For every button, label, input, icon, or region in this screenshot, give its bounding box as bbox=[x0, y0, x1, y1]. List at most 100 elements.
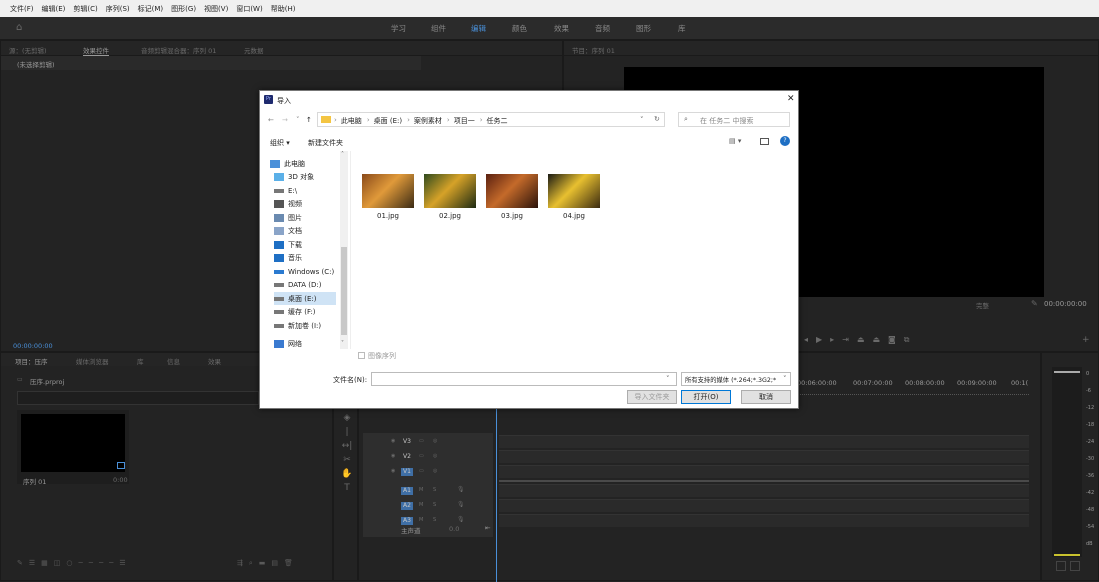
track-lane-a2[interactable] bbox=[499, 499, 1029, 512]
breadcrumb-item[interactable]: 此电脑 bbox=[341, 116, 362, 126]
microphone-icon[interactable]: 🎙 bbox=[457, 486, 465, 493]
razor-tool-icon[interactable]: ✂ bbox=[341, 453, 353, 467]
breadcrumb-item[interactable]: 案例素材 bbox=[414, 116, 442, 126]
nav-item[interactable]: 此电脑 bbox=[270, 157, 305, 170]
workspace-tab[interactable]: 图形 bbox=[636, 23, 651, 34]
track-label[interactable]: V1 bbox=[401, 468, 413, 476]
breadcrumb-item[interactable]: 桌面 (E:) bbox=[374, 116, 402, 126]
forward-icon[interactable]: → bbox=[282, 116, 288, 124]
workspace-tab[interactable]: 音频 bbox=[595, 23, 610, 34]
nav-scrollbar[interactable]: ˄ ˅ bbox=[340, 151, 348, 349]
find-icon[interactable]: ⌕ bbox=[249, 559, 259, 567]
menu-item[interactable]: 帮助(H) bbox=[271, 4, 296, 14]
step-forward-icon[interactable]: ▸ bbox=[830, 335, 842, 344]
playhead[interactable] bbox=[496, 408, 497, 582]
menu-item[interactable]: 文件(F) bbox=[10, 4, 34, 14]
breadcrumb-item[interactable]: 项目一 bbox=[454, 116, 475, 126]
menu-item[interactable]: 序列(S) bbox=[106, 4, 130, 14]
list-view-icon[interactable]: ☰ bbox=[29, 559, 41, 567]
lift-icon[interactable]: ⏏ bbox=[857, 335, 873, 344]
compare-icon[interactable]: ⧉ bbox=[904, 335, 918, 344]
sync-lock-icon[interactable]: ▭ bbox=[419, 468, 424, 474]
file-name[interactable]: 04.jpg bbox=[548, 212, 600, 220]
track-label[interactable]: A3 bbox=[401, 517, 413, 525]
nav-item[interactable]: Windows (C:) bbox=[274, 265, 334, 278]
nav-item[interactable]: E:\ bbox=[274, 184, 297, 197]
nav-item[interactable]: 音乐 bbox=[274, 252, 302, 265]
eye-icon[interactable]: ◉ bbox=[391, 468, 395, 474]
file-type-select[interactable]: 所有支持的媒体 (*.264;*.3G2;* ˅ bbox=[681, 372, 791, 386]
address-bar[interactable]: › 此电脑 › 桌面 (E:) › 案例素材 › 项目一 › 任务二 ˅ ↻ bbox=[317, 112, 665, 127]
new-item-icon[interactable]: ▤ bbox=[271, 559, 284, 567]
hand-tool-icon[interactable]: ✋ bbox=[341, 467, 353, 481]
track-lane-v1[interactable] bbox=[499, 465, 1029, 478]
tab-effect-controls[interactable]: 效果控件 bbox=[83, 45, 109, 56]
chevron-right-icon[interactable]: › bbox=[480, 116, 483, 126]
workspace-tab[interactable]: 效果 bbox=[554, 23, 569, 34]
workspace-tab[interactable]: 组件 bbox=[431, 23, 446, 34]
tab-metadata[interactable]: 元数据 bbox=[244, 45, 264, 55]
tab-media-browser[interactable]: 媒体浏览器 bbox=[76, 356, 109, 366]
help-icon[interactable]: ? bbox=[780, 136, 790, 146]
nav-item[interactable]: 视频 bbox=[274, 198, 302, 211]
workspace-tab[interactable]: 学习 bbox=[391, 23, 406, 34]
project-search-input[interactable] bbox=[17, 391, 259, 405]
solo-button[interactable] bbox=[1056, 561, 1066, 571]
chevron-right-icon[interactable]: › bbox=[407, 116, 410, 126]
scroll-down-icon[interactable]: ˅ bbox=[341, 340, 344, 347]
type-tool-icon[interactable]: T bbox=[341, 481, 353, 495]
new-folder-button[interactable]: 新建文件夹 bbox=[308, 138, 343, 148]
new-bin-icon[interactable]: ▬ bbox=[259, 559, 272, 567]
menu-item[interactable]: 编辑(E) bbox=[42, 4, 66, 14]
solo-icon[interactable]: S bbox=[433, 502, 436, 508]
track-lane-v3[interactable] bbox=[499, 435, 1029, 448]
tab-project[interactable]: 项目：压序 bbox=[15, 356, 48, 366]
cancel-button[interactable]: 取消 bbox=[741, 390, 791, 404]
zoom-slider[interactable]: ○──── bbox=[66, 559, 119, 567]
toggle-output-icon[interactable]: ◎ bbox=[433, 468, 437, 474]
breadcrumb-item[interactable]: 任务二 bbox=[487, 116, 508, 126]
chevron-right-icon[interactable]: › bbox=[447, 116, 450, 126]
file-name[interactable]: 02.jpg bbox=[424, 212, 476, 220]
tab-program[interactable]: 节目：序列 01 bbox=[572, 45, 615, 55]
menu-item[interactable]: 剪辑(C) bbox=[73, 4, 97, 14]
up-icon[interactable]: ↑ bbox=[306, 116, 312, 124]
microphone-icon[interactable]: 🎙 bbox=[457, 501, 465, 508]
sync-lock-icon[interactable]: ▭ bbox=[419, 453, 424, 459]
sync-lock-icon[interactable]: ▭ bbox=[419, 438, 424, 444]
file-thumbnail[interactable] bbox=[486, 174, 538, 208]
menu-item[interactable]: 标记(M) bbox=[138, 4, 164, 14]
import-folder-button[interactable]: 导入文件夹 bbox=[627, 390, 677, 404]
nav-scrollbar-thumb[interactable] bbox=[341, 247, 347, 335]
extract-icon[interactable]: ⏏ bbox=[872, 335, 888, 344]
chevron-down-icon[interactable]: ˅ bbox=[640, 116, 644, 124]
icon-view-icon[interactable]: ▦ bbox=[41, 559, 54, 567]
solo-icon[interactable]: S bbox=[433, 487, 436, 493]
chevron-right-icon[interactable]: › bbox=[334, 116, 337, 126]
sort-icon[interactable]: ☰ bbox=[119, 559, 131, 567]
nav-item[interactable]: 图片 bbox=[274, 211, 302, 224]
filename-input[interactable]: ˅ bbox=[371, 372, 677, 386]
recent-locations-icon[interactable]: ˅ bbox=[296, 116, 300, 124]
search-box[interactable]: ⌕ 在 任务二 中搜索 bbox=[678, 112, 790, 127]
nav-item[interactable]: 新加卷 (I:) bbox=[274, 319, 321, 332]
track-lane-a1[interactable] bbox=[499, 484, 1029, 497]
track-label[interactable]: V3 bbox=[401, 438, 413, 446]
toggle-output-icon[interactable]: ◎ bbox=[433, 453, 437, 459]
view-options-icon[interactable]: ▤ ▾ bbox=[729, 137, 741, 145]
nav-item[interactable]: 网络 bbox=[274, 337, 302, 350]
track-label[interactable]: A2 bbox=[401, 502, 413, 510]
preview-pane-icon[interactable] bbox=[760, 138, 769, 145]
file-name[interactable]: 03.jpg bbox=[486, 212, 538, 220]
ripple-edit-tool-icon[interactable]: |↔| bbox=[341, 425, 353, 453]
mute-icon[interactable]: M bbox=[419, 502, 423, 508]
clip-card[interactable]: 序列 01 0:00 bbox=[17, 410, 129, 486]
solo-icon[interactable]: S bbox=[433, 517, 436, 523]
close-icon[interactable]: ✕ bbox=[787, 94, 795, 104]
nav-item[interactable]: 3D 对象 bbox=[274, 171, 314, 184]
menu-item[interactable]: 图形(G) bbox=[171, 4, 196, 14]
microphone-icon[interactable]: 🎙 bbox=[457, 516, 465, 523]
nav-item[interactable]: 桌面 (E:) bbox=[274, 292, 336, 305]
track-select-tool-icon[interactable]: ◈ bbox=[341, 411, 353, 425]
track-lane-v2[interactable] bbox=[499, 450, 1029, 463]
